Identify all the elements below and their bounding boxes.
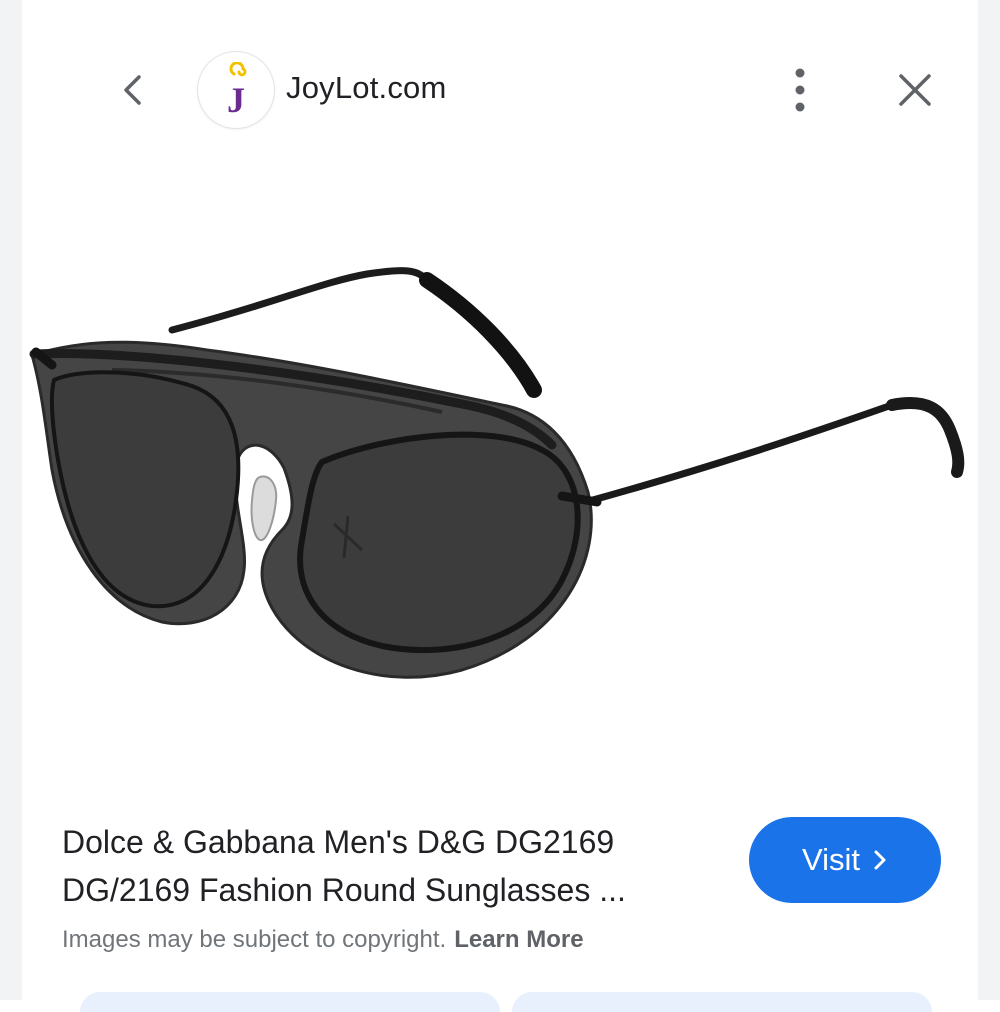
back-button[interactable] bbox=[110, 68, 154, 112]
result-title-line-2[interactable]: DG/2169 Fashion Round Sunglasses ... bbox=[62, 866, 722, 914]
copyright-text: Images may be subject to copyright. bbox=[62, 926, 447, 953]
site-name[interactable]: JoyLot.com bbox=[286, 70, 447, 106]
close-button[interactable] bbox=[892, 67, 938, 113]
left-edge bbox=[0, 0, 22, 1000]
related-card[interactable] bbox=[80, 992, 500, 1012]
more-vertical-icon bbox=[795, 68, 805, 112]
result-title[interactable]: Dolce & Gabbana Men's D&G DG2169 DG/2169… bbox=[62, 818, 722, 914]
site-logo: J bbox=[198, 52, 274, 128]
result-title-line-1[interactable]: Dolce & Gabbana Men's D&G DG2169 bbox=[62, 818, 722, 866]
related-card[interactable] bbox=[512, 992, 932, 1012]
product-image-sunglasses[interactable] bbox=[22, 200, 978, 760]
chevron-left-icon bbox=[124, 75, 141, 105]
more-options-button[interactable] bbox=[778, 66, 822, 114]
chevron-right-icon bbox=[874, 850, 886, 870]
visit-button[interactable]: Visit bbox=[749, 817, 941, 903]
logo-letter: J bbox=[227, 80, 245, 118]
visit-button-label: Visit bbox=[801, 842, 860, 877]
learn-more-link[interactable]: Learn More bbox=[454, 926, 583, 953]
right-edge bbox=[978, 0, 1000, 1000]
copyright-notice: Images may be subject to copyright. Learn… bbox=[62, 926, 584, 954]
close-icon bbox=[899, 74, 931, 106]
top-bar: J JoyLot.com bbox=[22, 0, 978, 180]
